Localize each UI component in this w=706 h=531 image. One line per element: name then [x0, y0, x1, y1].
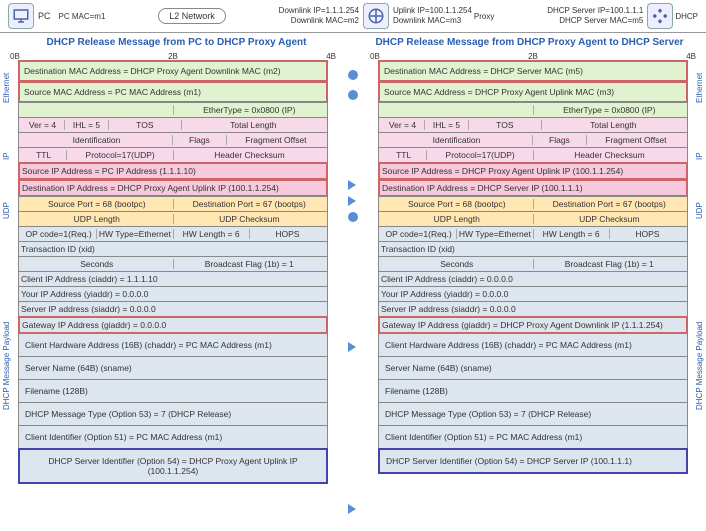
- eth-src: Source MAC Address = PC MAC Address (m1): [18, 81, 328, 103]
- ip-src-r: Source IP Address = DHCP Proxy Agent Upl…: [378, 162, 688, 180]
- arrow-right-icon: [348, 342, 356, 352]
- ip-r2: IdentificationFlagsFragment Offset: [18, 132, 328, 148]
- pc-label: PC: [38, 11, 51, 21]
- dhcp-ip: DHCP Server IP=100.1.1.1: [547, 6, 643, 16]
- pl-msgtype: DHCP Message Type (Option 53) = 7 (DHCP …: [18, 402, 328, 426]
- pl-sec-bf-r: SecondsBroadcast Flag (1b) = 1: [378, 256, 688, 272]
- pl-sname: Server Name (64B) (sname): [18, 356, 328, 380]
- arrow-dot-icon: [348, 212, 358, 222]
- pl-siaddr: Server IP address (siaddr) = 0.0.0.0: [18, 301, 328, 317]
- vlabel-payload: DHCP Message Payload: [2, 226, 11, 506]
- proxy-dl-ip: Downlink IP=1.1.1.254: [279, 6, 359, 16]
- ip-src: Source IP Address = PC IP Address (1.1.1…: [18, 162, 328, 180]
- pl-xid-r: Transaction ID (xid): [378, 241, 688, 257]
- pl-msgtype-r: DHCP Message Type (Option 53) = 7 (DHCP …: [378, 402, 688, 426]
- eth-src-r: Source MAC Address = DHCP Proxy Agent Up…: [378, 81, 688, 103]
- pl-fname-r: Filename (128B): [378, 379, 688, 403]
- arrow-right-icon: [348, 196, 356, 206]
- pl-sec-bf: SecondsBroadcast Flag (1b) = 1: [18, 256, 328, 272]
- pl-ciaddr-r: Client IP Address (ciaddr) = 0.0.0.0: [378, 271, 688, 287]
- eth-dst: Destination MAC Address = DHCP Proxy Age…: [18, 60, 328, 82]
- vlabel-udp: UDP: [2, 196, 11, 226]
- top-bar: PC PC MAC=m1 L2 Network Downlink IP=1.1.…: [0, 0, 706, 33]
- udp-ports: Source Port = 68 (bootpc)Destination Por…: [18, 196, 328, 212]
- pl-serverid-r: DHCP Server Identifier (Option 54) = DHC…: [378, 448, 688, 474]
- ip-dst: Destination IP Address = DHCP Proxy Agen…: [18, 179, 328, 197]
- right-packet: 0B2B4B Ethernet Destination MAC Address …: [366, 52, 700, 484]
- title-left: DHCP Release Message from PC to DHCP Pro…: [0, 37, 353, 48]
- udp-len-ck-r: UDP LengthUDP Checksum: [378, 211, 688, 227]
- eth-type-r: EtherType = 0x0800 (IP): [378, 102, 688, 118]
- pl-chaddr: Client Hardware Address (16B) (chaddr) =…: [18, 333, 328, 357]
- pl-yiaddr-r: Your IP Address (yiaddr) = 0.0.0.0: [378, 286, 688, 302]
- pl-siaddr-r: Server IP address (siaddr) = 0.0.0.0: [378, 301, 688, 317]
- pl-clientid: Client Identifier (Option 51) = PC MAC A…: [18, 425, 328, 449]
- ip-r1: Ver = 4IHL = 5TOSTotal Length: [18, 117, 328, 133]
- pl-r1: OP code=1(Req.)HW Type=EthernetHW Length…: [18, 226, 328, 242]
- eth-type: EtherType = 0x0800 (IP): [18, 102, 328, 118]
- arrow-dot-icon: [348, 70, 358, 80]
- eth-dst-r: Destination MAC Address = DHCP Server MA…: [378, 60, 688, 82]
- vlabel-ip: IP: [2, 117, 11, 195]
- dhcp-mac: DHCP Server MAC=m5: [547, 16, 643, 26]
- pl-xid: Transaction ID (xid): [18, 241, 328, 257]
- pl-fname: Filename (128B): [18, 379, 328, 403]
- proxy-label: Proxy: [474, 12, 494, 21]
- vlabel-ethernet: Ethernet: [2, 60, 11, 116]
- pl-sname-r: Server Name (64B) (sname): [378, 356, 688, 380]
- proxy-icon: [363, 3, 389, 29]
- dhcp-label: DHCP: [675, 12, 698, 21]
- pl-yiaddr: Your IP Address (yiaddr) = 0.0.0.0: [18, 286, 328, 302]
- pl-giaddr-r: Gateway IP Address (giaddr) = DHCP Proxy…: [378, 316, 688, 334]
- ip-r3-r: TTLProtocol=17(UDP)Header Checksum: [378, 147, 688, 163]
- pl-r1-r: OP code=1(Req.)HW Type=EthernetHW Length…: [378, 226, 688, 242]
- proxy-dl-mac: Downlink MAC=m2: [279, 16, 359, 26]
- l2-network-badge: L2 Network: [158, 8, 226, 24]
- ip-r2-r: IdentificationFlagsFragment Offset: [378, 132, 688, 148]
- vlabel-udp-r: UDP: [695, 196, 704, 226]
- ip-r3: TTLProtocol=17(UDP)Header Checksum: [18, 147, 328, 163]
- udp-len-ck: UDP LengthUDP Checksum: [18, 211, 328, 227]
- ip-dst-r: Destination IP Address = DHCP Server IP …: [378, 179, 688, 197]
- titles-row: DHCP Release Message from PC to DHCP Pro…: [0, 33, 706, 52]
- pl-serverid: DHCP Server Identifier (Option 54) = DHC…: [18, 448, 328, 484]
- dhcp-server-icon: [647, 3, 673, 29]
- vlabel-ip-r: IP: [695, 117, 704, 195]
- pl-clientid-r: Client Identifier (Option 51) = PC MAC A…: [378, 425, 688, 449]
- proxy-ul-mac: Downlink MAC=m3: [393, 16, 472, 26]
- ip-r1-r: Ver = 4IHL = 5TOSTotal Length: [378, 117, 688, 133]
- pl-ciaddr: Client IP Address (ciaddr) = 1.1.1.10: [18, 271, 328, 287]
- title-right: DHCP Release Message from DHCP Proxy Age…: [353, 37, 706, 48]
- left-packet: 0B2B4B Ethernet Destination MAC Address …: [6, 52, 340, 484]
- pc-mac-label: PC MAC=m1: [59, 12, 106, 21]
- vlabel-payload-r: DHCP Message Payload: [695, 226, 704, 506]
- arrow-dot-icon: [348, 90, 358, 100]
- arrow-right-icon: [348, 180, 356, 190]
- udp-ports-r: Source Port = 68 (bootpc)Destination Por…: [378, 196, 688, 212]
- proxy-ul-ip: Uplink IP=100.1.1.254: [393, 6, 472, 16]
- pc-icon: [8, 3, 34, 29]
- arrow-right-icon: [348, 504, 356, 514]
- pl-giaddr: Gateway IP Address (giaddr) = 0.0.0.0: [18, 316, 328, 334]
- vlabel-ethernet-r: Ethernet: [695, 60, 704, 116]
- pl-chaddr-r: Client Hardware Address (16B) (chaddr) =…: [378, 333, 688, 357]
- arrow-column: [340, 52, 366, 484]
